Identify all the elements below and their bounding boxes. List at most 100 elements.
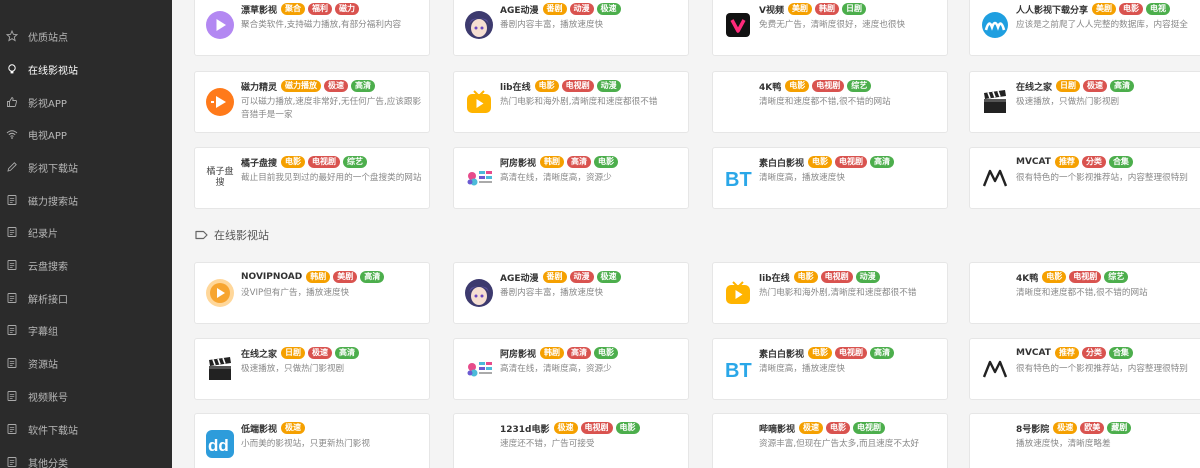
site-card[interactable]: BT 素白白影视 电影 电视剧 高清 清晰度高，播放速度快	[712, 338, 948, 400]
card-body: 阿房影视 韩剧 高清 电影 高清在线，清晰度高，资源少	[500, 155, 682, 185]
sidebar-item-10[interactable]: 资源站	[0, 348, 172, 378]
site-name: 橘子盘搜	[241, 158, 278, 169]
site-card[interactable]: AGE动漫 番剧 动漫 极速 番剧内容丰富，播放速度快	[453, 262, 689, 324]
card-body: 漂草影视 聚合 福利 磁力 聚合类软件,支持磁力播放,有部分福利内容	[241, 2, 423, 32]
blank-logo	[464, 429, 494, 459]
sidebar-item-11[interactable]: 视频账号	[0, 381, 172, 411]
sidebar-item-12[interactable]: 软件下载站	[0, 414, 172, 444]
card-body: 哔嘀影视 极速 电影 电视剧 资源丰富,但现在广告太多,而且速度不太好	[759, 421, 941, 451]
site-card[interactable]: 在线之家 日剧 极速 高清 极速播放，只做热门影视剧	[194, 338, 430, 400]
site-card[interactable]: 人人影视下载分享 美剧 电影 电视 应该是之前爬了人人完整的数据库，内容挺全	[969, 0, 1200, 56]
tag-badge: 动漫	[596, 80, 621, 92]
card-body: 4K鸭 电影 电视剧 综艺 清晰度和速度都不错,很不错的网站	[1016, 270, 1198, 300]
card-head: V视频 美剧 韩剧 日剧	[759, 2, 941, 16]
site-card[interactable]: 磁力精灵 磁力播放 极速 高清 可以磁力播放,速度非常好,无任何广告,应该跟影音猎手是一…	[194, 71, 430, 133]
tag-badge: 电影	[793, 271, 818, 283]
thumb-icon	[6, 96, 18, 108]
bulb-icon	[6, 63, 18, 75]
sidebar-item-label: 云盘搜索	[28, 261, 68, 273]
site-card[interactable]: lib在线 电影 电视剧 动漫 热门电影和海外剧,清晰度和速度都很不错	[453, 71, 689, 133]
tag-badge: 电影	[1042, 271, 1067, 283]
sidebar: 优质站点 在线影视站影视APP 电视APP 影视下载站 磁力搜索站纪录片云盘搜索解析接口…	[0, 0, 172, 468]
sidebar-item-label: 纪录片	[28, 228, 58, 240]
tag-badge: 电影	[281, 156, 306, 168]
tag-badge: 电视剧	[812, 80, 845, 92]
sidebar-item-label: 软件下载站	[28, 425, 78, 437]
site-card[interactable]: 8号影院 极速 欧美 藏剧 播放速度快，清晰度略差	[969, 413, 1200, 468]
sidebar-item-13[interactable]: 其他分类	[0, 447, 172, 468]
tag-badge: 磁力播放	[281, 80, 322, 92]
site-card[interactable]: 橘子盘搜 橘子盘搜 电影 电视剧 综艺 截止目前我见到过的最好用的一个盘搜类的网站	[194, 147, 430, 209]
site-name: 1231d电影	[500, 424, 550, 435]
tag-badge: 电影	[808, 347, 833, 359]
card-head: 人人影视下载分享 美剧 电影 电视	[1016, 2, 1198, 16]
star-icon	[6, 30, 18, 42]
site-card[interactable]: 阿房影视 韩剧 高清 电影 高清在线，清晰度高，资源少	[453, 338, 689, 400]
sidebar-item-8[interactable]: 解析接口	[0, 283, 172, 313]
blank-logo	[980, 278, 1010, 308]
card-body: 在线之家 日剧 极速 高清 极速播放，只做热门影视剧	[1016, 79, 1198, 109]
site-card[interactable]: 阿房影视 韩剧 高清 电影 高清在线，清晰度高，资源少	[453, 147, 689, 209]
site-card[interactable]: 4K鸭 电影 电视剧 综艺 清晰度和速度都不错,很不错的网站	[969, 262, 1200, 324]
tag-badge: 综艺	[847, 80, 872, 92]
mvcat-logo	[980, 163, 1010, 193]
site-card[interactable]: MVCAT 推荐 分类 合集 很有特色的一个影视推荐站，内容整理很特别	[969, 147, 1200, 209]
site-card[interactable]: 哔嘀影视 极速 电影 电视剧 资源丰富,但现在广告太多,而且速度不太好	[712, 413, 948, 468]
yellow-tv-logo	[464, 87, 494, 117]
site-card[interactable]: BT 素白白影视 电影 电视剧 高清 清晰度高，播放速度快	[712, 147, 948, 209]
broken-image-alt: 橘子盘搜	[206, 167, 234, 188]
site-description: 免费无广告，清晰度很好，速度也很快	[759, 20, 906, 30]
site-description: 很有特色的一个影视推荐站，内容整理很特别	[1016, 173, 1188, 183]
sidebar-item-2[interactable]: 影视APP	[0, 87, 172, 117]
site-description: 番剧内容丰富，播放速度快	[500, 20, 604, 30]
site-card[interactable]: 在线之家 日剧 极速 高清 极速播放，只做热门影视剧	[969, 71, 1200, 133]
sidebar-item-6[interactable]: 纪录片	[0, 217, 172, 247]
sidebar-item-label: 资源站	[28, 359, 58, 371]
sidebar-item-7[interactable]: 云盘搜索	[0, 250, 172, 280]
sidebar-item-3[interactable]: 电视APP	[0, 119, 172, 149]
sidebar-item-label: 影视APP	[28, 98, 67, 110]
tag-badge: 电影	[594, 347, 619, 359]
tag-badge: 电视剧	[580, 422, 613, 434]
card-head: 1231d电影 极速 电视剧 电影	[500, 421, 682, 435]
site-card[interactable]: NOVIPNOAD 韩剧 美剧 高清 没VIP但有广告，播放速度快	[194, 262, 430, 324]
sidebar-item-4[interactable]: 影视下载站	[0, 152, 172, 182]
site-card[interactable]: AGE动漫 番剧 动漫 极速 番剧内容丰富，播放速度快	[453, 0, 689, 56]
svg-text:dd: dd	[208, 436, 229, 455]
svg-text:BT: BT	[725, 169, 752, 191]
tag-badge: 电视	[1146, 3, 1171, 15]
site-description: 没VIP但有广告，播放速度快	[241, 288, 350, 298]
tag-badge: 动漫	[569, 271, 594, 283]
tag-badge: 极速	[324, 80, 349, 92]
tag-icon	[195, 230, 208, 240]
tag-badge: 福利	[308, 3, 333, 15]
tag-badge: 电影	[594, 156, 619, 168]
svg-text:BT: BT	[725, 360, 752, 382]
tag-badge: 极速	[1083, 80, 1108, 92]
tag-badge: 合集	[1108, 156, 1133, 168]
sidebar-item-9[interactable]: 字幕组	[0, 315, 172, 345]
sidebar-item-1[interactable]: 在线影视站	[0, 54, 172, 84]
card-body: 低端影视 极速 小而美的影视站，只更新热门影视	[241, 421, 423, 451]
site-card[interactable]: 漂草影视 聚合 福利 磁力 聚合类软件,支持磁力播放,有部分福利内容	[194, 0, 430, 56]
site-name: 低端影视	[241, 424, 278, 435]
sidebar-item-5[interactable]: 磁力搜索站	[0, 185, 172, 215]
site-card[interactable]: dd 低端影视 极速 小而美的影视站，只更新热门影视	[194, 413, 430, 468]
tag-badge: 极速	[799, 422, 824, 434]
pencil-icon	[6, 161, 18, 173]
site-card[interactable]: MVCAT 推荐 分类 合集 很有特色的一个影视推荐站，内容整理很特别	[969, 338, 1200, 400]
tag-badge: 高清	[567, 347, 592, 359]
site-card[interactable]: 1231d电影 极速 电视剧 电影 速度还不错，广告可接受	[453, 413, 689, 468]
site-card[interactable]: 4K鸭 电影 电视剧 综艺 清晰度和速度都不错,很不错的网站	[712, 71, 948, 133]
card-head: 素白白影视 电影 电视剧 高清	[759, 346, 941, 360]
card-head: lib在线 电影 电视剧 动漫	[500, 79, 682, 93]
card-head: 橘子盘搜 电影 电视剧 综艺	[241, 155, 423, 169]
sidebar-item-0[interactable]: 优质站点	[0, 21, 172, 51]
site-card[interactable]: lib在线 电影 电视剧 动漫 热门电影和海外剧,清晰度和速度都很不错	[712, 262, 948, 324]
card-head: 在线之家 日剧 极速 高清	[1016, 79, 1198, 93]
site-name: AGE动漫	[500, 273, 539, 284]
tag-badge: 磁力	[335, 3, 360, 15]
card-head: 在线之家 日剧 极速 高清	[241, 346, 423, 360]
doc-icon	[6, 324, 18, 336]
site-card[interactable]: V视频 美剧 韩剧 日剧免费无广告，清晰度很好，速度也很快	[712, 0, 948, 56]
